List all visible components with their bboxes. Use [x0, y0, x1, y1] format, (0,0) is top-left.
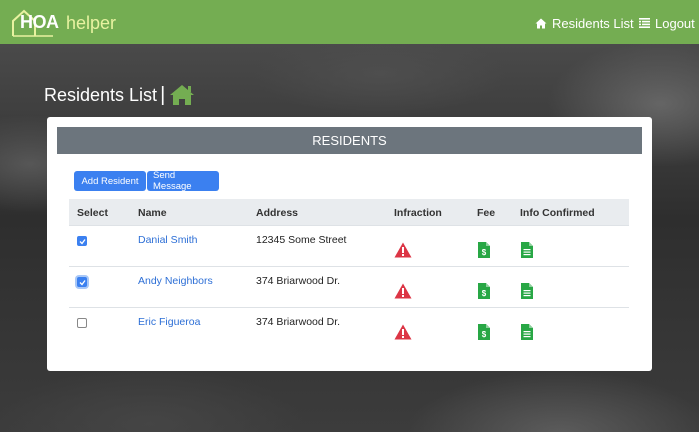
column-header-fee: Fee: [477, 207, 496, 219]
warning-icon[interactable]: [394, 283, 412, 299]
table-row: Danial Smith 12345 Some Street $: [69, 225, 629, 266]
column-header-infraction: Infraction: [394, 207, 442, 219]
select-checkbox[interactable]: [77, 318, 87, 328]
resident-name-link[interactable]: Eric Figueroa: [138, 316, 200, 328]
warning-icon[interactable]: [394, 242, 412, 258]
list-icon: [639, 18, 650, 28]
document-icon[interactable]: [521, 242, 533, 258]
document-icon[interactable]: [521, 324, 533, 340]
send-message-button[interactable]: Send Message: [147, 170, 219, 192]
brand-name-light: helper: [66, 12, 117, 33]
warning-icon[interactable]: [394, 324, 412, 340]
column-header-select: Select: [77, 207, 108, 219]
home-icon: [170, 85, 195, 105]
dollar-file-icon[interactable]: $: [478, 324, 490, 340]
table-header: Select Name Address Infraction Fee Info …: [69, 199, 629, 225]
brand-name-bold: HOA: [20, 12, 59, 32]
page-title-text: Residents List: [44, 84, 158, 105]
select-checkbox[interactable]: [77, 236, 87, 246]
resident-address: 374 Briarwood Dr.: [256, 316, 341, 328]
table-row: Andy Neighbors 374 Briarwood Dr. $: [69, 266, 629, 307]
title-separator: |: [160, 83, 166, 106]
column-header-address: Address: [256, 207, 299, 219]
dollar-file-icon[interactable]: $: [478, 242, 490, 258]
resident-address: 12345 Some Street: [256, 234, 347, 246]
column-header-info-confirmed: Info Confirmed: [520, 207, 595, 219]
column-header-name: Name: [138, 207, 167, 219]
svg-text:$: $: [482, 248, 487, 257]
select-checkbox[interactable]: [77, 277, 87, 287]
resident-address: 374 Briarwood Dr.: [256, 275, 341, 287]
page-title: Residents List |: [44, 80, 195, 110]
nav-logout[interactable]: Logout: [639, 14, 695, 32]
brand-logo[interactable]: HOA helper: [10, 7, 116, 37]
card-header-title: RESIDENTS: [312, 133, 387, 148]
resident-name-link[interactable]: Danial Smith: [138, 234, 198, 246]
add-resident-button[interactable]: Add Resident: [74, 171, 146, 191]
nav-residents-label: Residents List: [552, 15, 634, 31]
navbar: HOA helper Residents List Logout: [0, 0, 699, 44]
resident-name-link[interactable]: Andy Neighbors: [138, 275, 213, 287]
table-row: Eric Figueroa 374 Briarwood Dr. $: [69, 307, 629, 348]
document-icon[interactable]: [521, 283, 533, 299]
svg-text:$: $: [482, 289, 487, 298]
nav-residents-list[interactable]: Residents List: [535, 14, 634, 32]
nav-logout-label: Logout: [655, 15, 695, 31]
dollar-file-icon[interactable]: $: [478, 283, 490, 299]
residents-card: RESIDENTS Add Resident Send Message Sele…: [47, 117, 652, 371]
home-icon: [535, 18, 547, 28]
logo-house-icon: HOA: [10, 8, 60, 37]
svg-text:$: $: [482, 330, 487, 339]
card-header: RESIDENTS: [57, 127, 642, 154]
